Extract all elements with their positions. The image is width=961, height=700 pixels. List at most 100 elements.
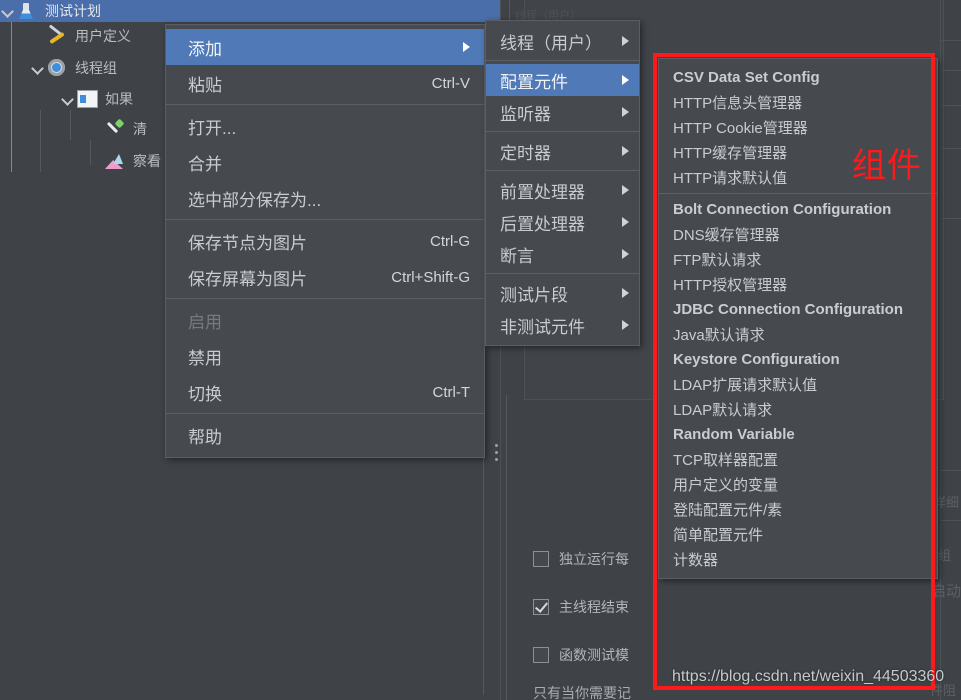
submenu-item-threads[interactable]: 线程（用户） xyxy=(486,25,639,57)
config-item-user-defined-variables[interactable]: 用户定义的变量 xyxy=(659,472,937,497)
annotation-label: 组件 xyxy=(852,147,922,185)
tree-node-label: 用户定义 xyxy=(75,28,131,44)
menu-item-label: JDBC Connection Configuration xyxy=(673,301,903,318)
tree-context-menu[interactable]: 添加 粘贴 Ctrl-V 打开... 合并 选中部分保存为... 保存节点为图片… xyxy=(165,24,485,458)
chevron-right-icon xyxy=(622,75,629,85)
menu-item-toggle[interactable]: 切换 Ctrl-T xyxy=(166,374,484,410)
chevron-right-icon xyxy=(622,146,629,156)
menu-item-label: 断言 xyxy=(500,246,534,266)
checkbox-label: 主线程结束 xyxy=(559,599,629,615)
menu-item-merge[interactable]: 合并 xyxy=(166,144,484,180)
tree-node-if-controller[interactable]: 如果 xyxy=(60,88,133,110)
chevron-right-icon xyxy=(463,42,470,52)
checkbox-main-thread[interactable] xyxy=(533,599,549,615)
config-item-dns-cache-manager[interactable]: DNS缓存管理器 xyxy=(659,222,937,247)
chevron-down-icon[interactable] xyxy=(0,3,16,19)
flask-icon xyxy=(16,1,38,21)
checkbox-functional-test[interactable] xyxy=(533,647,549,663)
tree-node-listener[interactable]: 察看 xyxy=(88,150,161,172)
config-item-bolt-connection-configuration[interactable]: Bolt Connection Configuration xyxy=(659,197,937,222)
submenu-item-non-test-element[interactable]: 非测试元件 xyxy=(486,309,639,341)
submenu-item-assertion[interactable]: 断言 xyxy=(486,238,639,270)
menu-item-label: 打开... xyxy=(188,118,237,138)
config-item-jdbc-connection-configuration[interactable]: JDBC Connection Configuration xyxy=(659,297,937,322)
menu-item-save-screen-as-image[interactable]: 保存屏幕为图片 Ctrl+Shift-G xyxy=(166,259,484,295)
menu-separator xyxy=(486,131,639,132)
config-item-keystore-configuration[interactable]: Keystore Configuration xyxy=(659,347,937,372)
chevron-right-icon xyxy=(622,288,629,298)
tree-node-label: 线程组 xyxy=(75,60,117,76)
config-item-ldap-request-defaults[interactable]: LDAP默认请求 xyxy=(659,397,937,422)
table-row-divider xyxy=(940,70,961,71)
window-icon xyxy=(76,89,98,109)
panel-splitter-handle[interactable] xyxy=(495,440,501,470)
menu-item-help[interactable]: 帮助 xyxy=(166,417,484,453)
menu-item-label: 切换 xyxy=(188,384,222,404)
chevron-down-icon[interactable] xyxy=(60,91,76,107)
menu-item-label: Keystore Configuration xyxy=(673,351,840,368)
config-item-ftp-request-defaults[interactable]: FTP默认请求 xyxy=(659,247,937,272)
functional-test-hint: 只有当你需要记 xyxy=(533,685,631,700)
chevron-right-icon xyxy=(622,185,629,195)
wrench-icon xyxy=(46,26,68,46)
menu-separator xyxy=(166,413,484,414)
menu-item-label: HTTP授权管理器 xyxy=(673,277,788,294)
config-item-counter[interactable]: 计数器 xyxy=(659,547,937,572)
add-submenu[interactable]: 线程（用户） 配置元件 监听器 定时器 前置处理器 后置处理器 断言 测试片段 … xyxy=(485,20,640,346)
menu-item-label: 帮助 xyxy=(188,427,222,447)
checkbox-row-functional-test[interactable]: 函数测试模 xyxy=(533,645,629,665)
menu-item-label: 禁用 xyxy=(188,348,222,368)
menu-item-label: Bolt Connection Configuration xyxy=(673,201,892,218)
chart-icon xyxy=(104,151,126,171)
tree-node-label: 察看 xyxy=(133,153,161,169)
menu-item-label: 计数器 xyxy=(673,552,719,569)
table-row-divider xyxy=(940,520,961,521)
menu-item-paste[interactable]: 粘贴 Ctrl-V xyxy=(166,65,484,101)
menu-item-accelerator: Ctrl+Shift-G xyxy=(391,268,470,286)
config-item-http-cookie-manager[interactable]: HTTP Cookie管理器 xyxy=(659,115,937,140)
menu-separator xyxy=(166,298,484,299)
checkbox-row-main-thread[interactable]: 主线程结束 xyxy=(533,597,629,617)
menu-item-label: DNS缓存管理器 xyxy=(673,227,780,244)
checkbox-row-independent[interactable]: 独立运行每 xyxy=(533,549,629,569)
chevron-right-icon xyxy=(622,217,629,227)
table-row-divider xyxy=(940,470,961,471)
tree-guide-line xyxy=(40,110,41,172)
tree-node-test-plan[interactable]: 测试计划 xyxy=(0,0,101,22)
checkbox-independent[interactable] xyxy=(533,551,549,567)
config-item-simple-config-element[interactable]: 简单配置元件 xyxy=(659,522,937,547)
menu-item-open[interactable]: 打开... xyxy=(166,108,484,144)
tree-node-user-defined[interactable]: 用户定义 xyxy=(30,25,131,47)
menu-item-save-node-as-image[interactable]: 保存节点为图片 Ctrl-G xyxy=(166,223,484,259)
menu-item-disable[interactable]: 禁用 xyxy=(166,338,484,374)
submenu-item-listener[interactable]: 监听器 xyxy=(486,96,639,128)
submenu-item-config-element[interactable]: 配置元件 xyxy=(486,64,639,96)
tree-node-label: 如果 xyxy=(105,91,133,107)
config-item-login-config-element[interactable]: 登陆配置元件/素 xyxy=(659,497,937,522)
menu-item-label: Random Variable xyxy=(673,426,795,443)
menu-item-label: 测试片段 xyxy=(500,285,568,305)
config-item-csv-data-set-config[interactable]: CSV Data Set Config xyxy=(659,65,937,90)
chevron-down-icon[interactable] xyxy=(30,60,46,76)
config-item-http-header-manager[interactable]: HTTP信息头管理器 xyxy=(659,90,937,115)
config-item-http-authorization-manager[interactable]: HTTP授权管理器 xyxy=(659,272,937,297)
config-item-java-request-defaults[interactable]: Java默认请求 xyxy=(659,322,937,347)
config-item-ldap-extended-request-defaults[interactable]: LDAP扩展请求默认值 xyxy=(659,372,937,397)
config-element-submenu[interactable]: CSV Data Set Config HTTP信息头管理器 HTTP Cook… xyxy=(658,58,938,579)
config-item-tcp-sampler-config[interactable]: TCP取样器配置 xyxy=(659,447,937,472)
submenu-item-test-fragment[interactable]: 测试片段 xyxy=(486,277,639,309)
submenu-item-pre-processor[interactable]: 前置处理器 xyxy=(486,174,639,206)
submenu-item-post-processor[interactable]: 后置处理器 xyxy=(486,206,639,238)
config-item-random-variable[interactable]: Random Variable xyxy=(659,422,937,447)
menu-item-label: 非测试元件 xyxy=(500,317,585,337)
tree-node-thread-group[interactable]: 线程组 xyxy=(30,57,117,79)
menu-separator xyxy=(486,273,639,274)
menu-item-label: 后置处理器 xyxy=(500,214,585,234)
menu-item-save-selection-as[interactable]: 选中部分保存为... xyxy=(166,180,484,216)
menu-item-accelerator: Ctrl-V xyxy=(431,74,470,92)
menu-item-label: 粘贴 xyxy=(188,75,222,95)
menu-item-add[interactable]: 添加 xyxy=(166,29,484,65)
submenu-item-timer[interactable]: 定时器 xyxy=(486,135,639,167)
menu-item-label: TCP取样器配置 xyxy=(673,452,779,469)
tree-node-sampler[interactable]: 清 xyxy=(88,118,147,140)
